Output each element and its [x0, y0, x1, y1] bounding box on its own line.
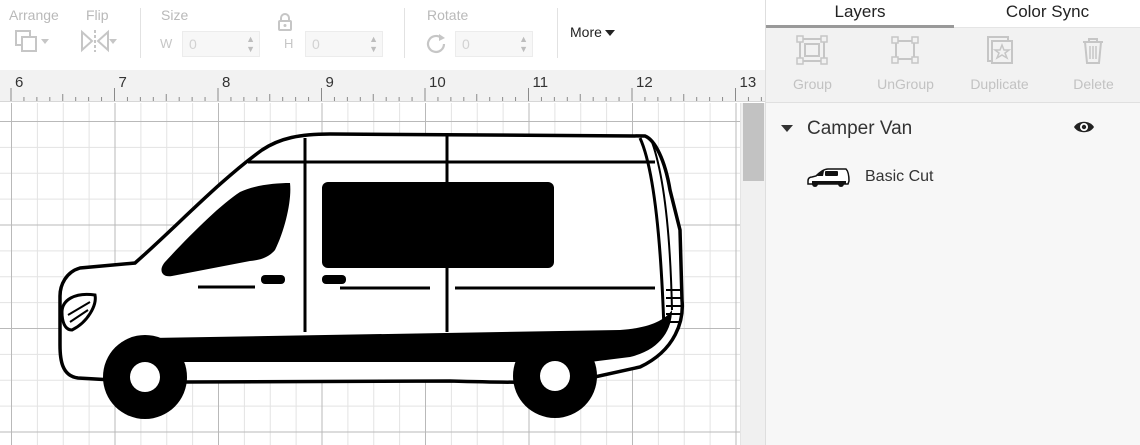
van-rear-hub	[540, 361, 570, 391]
camper-van-thumbnail-icon	[806, 167, 850, 192]
layer-actions-bar: Group UnGroup Duplicate Delete	[766, 28, 1140, 103]
ruler-label: 8	[222, 74, 230, 91]
tab-color-sync[interactable]: Color Sync	[954, 0, 1140, 28]
scrollbar-thumb[interactable]	[743, 103, 764, 181]
layers-list: Camper Van Basic Cut	[766, 103, 1140, 445]
group-icon	[796, 35, 828, 65]
group-label: Group	[793, 76, 832, 92]
rotate-value: 0	[462, 36, 470, 52]
panel-tabs: Layers Color Sync	[766, 0, 1140, 28]
duplicate-button[interactable]: Duplicate	[953, 28, 1046, 103]
ruler-ticks: 6 7 8 9 10 11 12 13	[10, 74, 762, 101]
tab-layers[interactable]: Layers	[766, 0, 954, 28]
canvas-vertical-scrollbar[interactable]	[740, 103, 765, 445]
lock-icon[interactable]	[277, 12, 293, 37]
ruler-label: 13	[740, 74, 757, 91]
ruler-label: 10	[429, 74, 446, 91]
van-door-handle	[261, 275, 285, 284]
rotate-stepper-icon[interactable]: ▲ ▼	[519, 34, 528, 54]
arrange-label: Arrange	[9, 7, 59, 23]
van-side-window	[322, 182, 554, 268]
height-value: 0	[312, 36, 320, 52]
ungroup-icon	[891, 36, 919, 64]
ruler-label: 7	[119, 74, 127, 91]
height-input[interactable]: 0 ▲ ▼	[305, 31, 383, 57]
expand-caret-icon[interactable]	[781, 125, 793, 132]
edit-toolbar: Arrange Flip Size W 0 ▲ ▼ H 0 ▲ ▼ Rotate 0…	[0, 0, 765, 70]
more-menu-button[interactable]: More	[570, 24, 615, 40]
horizontal-ruler[interactable]: 6 7 8 9 10 11 12 13	[0, 70, 765, 102]
ungroup-label: UnGroup	[877, 76, 934, 92]
flip-label: Flip	[86, 7, 109, 23]
toolbar-divider	[140, 8, 141, 58]
layer-group-row[interactable]: Camper Van	[766, 107, 1140, 147]
toolbar-divider	[404, 8, 405, 58]
width-prefix: W	[160, 36, 173, 51]
delete-button[interactable]: Delete	[1047, 28, 1140, 103]
rotate-input[interactable]: 0 ▲ ▼	[455, 31, 533, 57]
height-stepper-icon[interactable]: ▲ ▼	[369, 34, 378, 54]
width-stepper-icon[interactable]: ▲ ▼	[246, 34, 255, 54]
duplicate-label: Duplicate	[970, 76, 1029, 92]
width-value: 0	[189, 36, 197, 52]
toolbar-divider	[557, 8, 558, 58]
trash-icon	[1083, 38, 1103, 64]
ruler-label: 6	[15, 74, 23, 91]
ruler-label: 9	[326, 74, 334, 91]
layers-panel: Layers Color Sync Group UnGroup Duplicat…	[765, 0, 1140, 445]
ruler-label: 11	[533, 74, 549, 91]
layer-group-name: Camper Van	[807, 118, 913, 139]
flip-icon[interactable]	[79, 28, 119, 59]
camper-van-shape[interactable]	[0, 103, 740, 445]
duplicate-icon	[987, 36, 1013, 64]
layer-item-name: Basic Cut	[865, 168, 934, 185]
arrange-icon[interactable]	[14, 28, 50, 59]
height-prefix: H	[284, 36, 294, 51]
width-input[interactable]: 0 ▲ ▼	[182, 31, 260, 57]
group-button[interactable]: Group	[766, 28, 859, 103]
ungroup-button[interactable]: UnGroup	[859, 28, 952, 103]
van-front-hub	[130, 362, 160, 392]
more-label: More	[570, 24, 602, 40]
design-canvas[interactable]	[0, 103, 740, 445]
ruler-label: 12	[636, 74, 653, 91]
layer-item-row[interactable]: Basic Cut	[766, 157, 1140, 197]
rotate-icon[interactable]	[425, 33, 449, 60]
eye-icon[interactable]	[1073, 120, 1095, 139]
caret-down-icon	[604, 30, 615, 37]
size-label: Size	[161, 7, 189, 23]
rotate-label: Rotate	[427, 7, 469, 23]
delete-label: Delete	[1073, 76, 1114, 92]
van-door-handle	[322, 275, 346, 284]
